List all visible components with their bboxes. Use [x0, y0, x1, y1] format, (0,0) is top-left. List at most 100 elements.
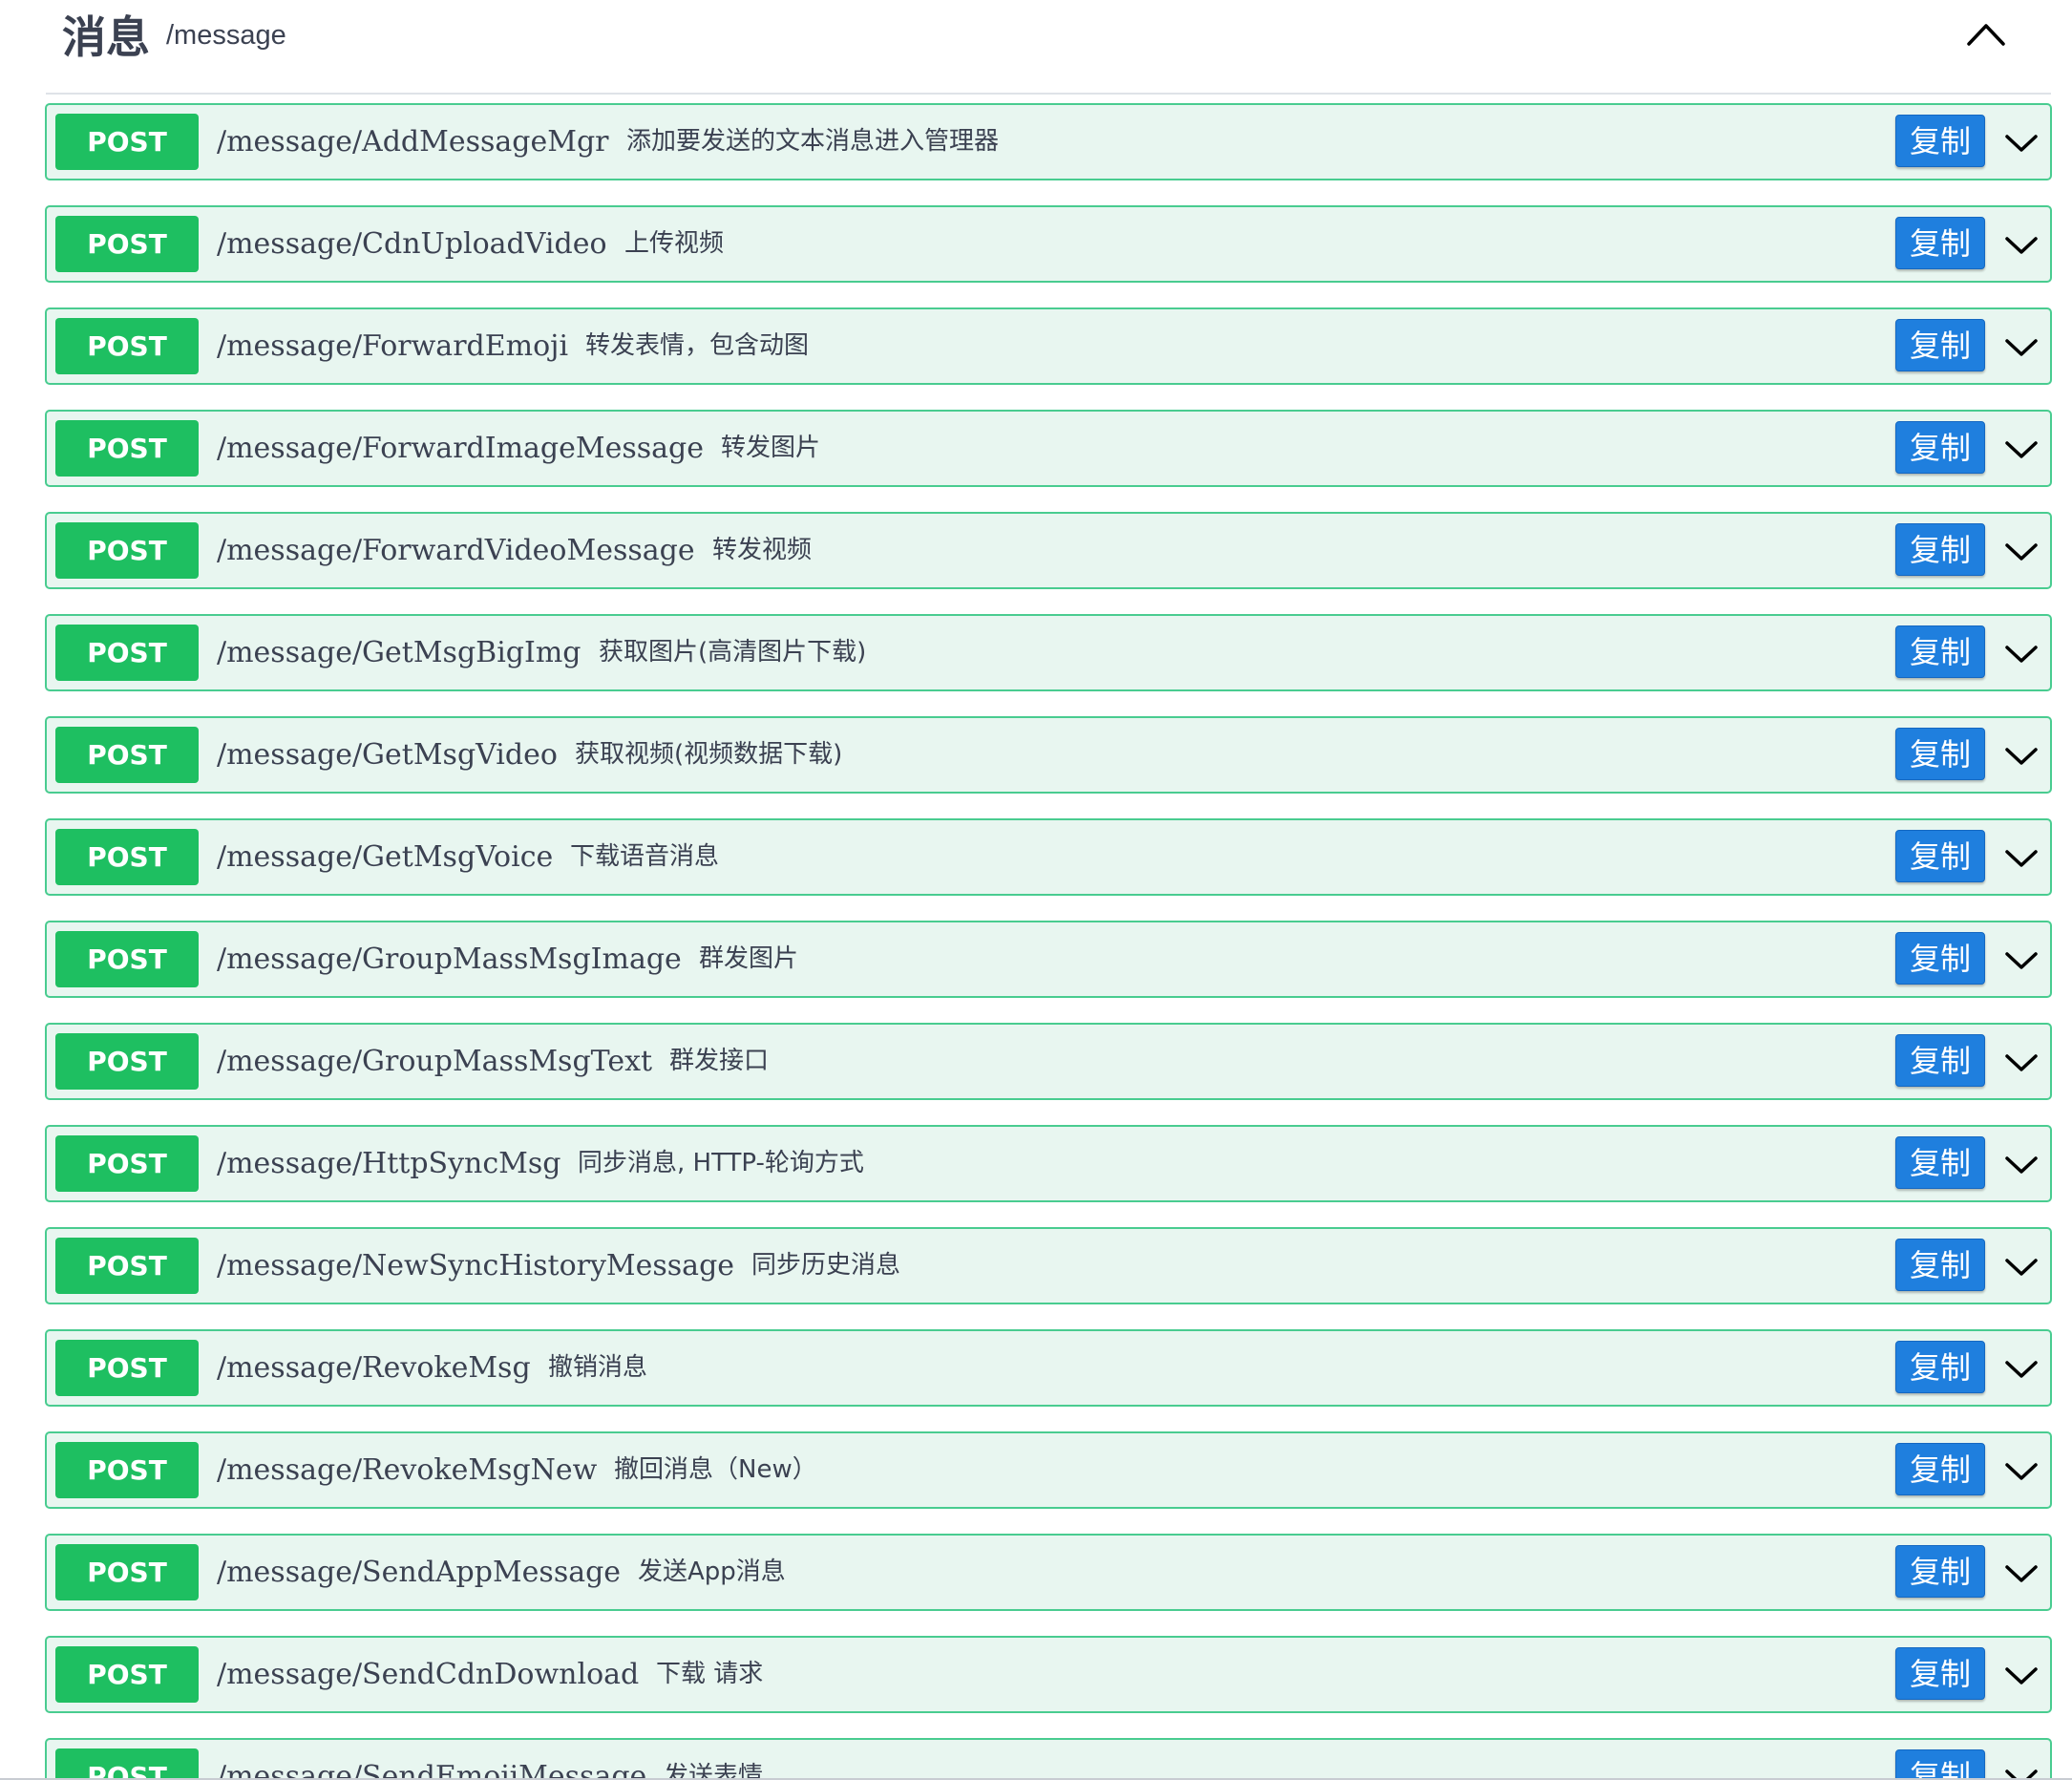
- operation-row[interactable]: POST /message/GroupMassMsgText 群发接口 复制: [45, 1023, 2052, 1100]
- operation-row[interactable]: POST /message/SendEmojiMessage 发送表情 复制: [45, 1738, 2052, 1780]
- chevron-up-icon[interactable]: [1960, 13, 2012, 55]
- operation-path: /message/AddMessageMgr: [217, 125, 609, 159]
- chevron-down-icon[interactable]: [2002, 328, 2040, 367]
- copy-button[interactable]: 复制: [1895, 625, 1985, 678]
- chevron-down-icon[interactable]: [2002, 1044, 2040, 1082]
- method-badge: POST: [55, 522, 199, 579]
- operation-summary: 撤销消息: [548, 1353, 648, 1382]
- chevron-down-icon[interactable]: [2002, 431, 2040, 469]
- chevron-down-icon[interactable]: [2002, 635, 2040, 673]
- operation-summary: 添加要发送的文本消息进入管理器: [626, 127, 1000, 156]
- operation-summary: 获取视频(视频数据下载): [575, 740, 843, 769]
- chevron-down-icon[interactable]: [2002, 1555, 2040, 1593]
- copy-button[interactable]: 复制: [1895, 830, 1985, 882]
- operation-path: /message/SendAppMessage: [217, 1556, 622, 1589]
- operation-row[interactable]: POST /message/ForwardEmoji 转发表情，包含动图 复制: [45, 307, 2052, 385]
- copy-button[interactable]: 复制: [1895, 1034, 1985, 1087]
- operation-summary: 上传视频: [624, 229, 725, 258]
- method-badge: POST: [55, 1646, 199, 1703]
- operation-row[interactable]: POST /message/SendAppMessage 发送App消息 复制: [45, 1534, 2052, 1611]
- operation-path: /message/NewSyncHistoryMessage: [217, 1249, 735, 1282]
- method-badge: POST: [55, 420, 199, 477]
- operation-summary: 转发视频: [712, 536, 813, 564]
- operation-path: /message/SendCdnDownload: [217, 1658, 640, 1691]
- operation-row[interactable]: POST /message/GroupMassMsgImage 群发图片 复制: [45, 921, 2052, 998]
- copy-button[interactable]: 复制: [1895, 421, 1985, 474]
- operation-summary: 发送表情: [664, 1762, 764, 1780]
- operation-path: /message/GetMsgBigImg: [217, 636, 581, 669]
- chevron-down-icon[interactable]: [2002, 1350, 2040, 1388]
- operation-row[interactable]: POST /message/GetMsgVideo 获取视频(视频数据下载) 复…: [45, 716, 2052, 794]
- chevron-down-icon[interactable]: [2002, 533, 2040, 571]
- copy-button[interactable]: 复制: [1895, 319, 1985, 371]
- operation-path: /message/ForwardImageMessage: [217, 432, 704, 465]
- method-badge: POST: [55, 727, 199, 783]
- copy-button[interactable]: 复制: [1895, 728, 1985, 780]
- method-badge: POST: [55, 1340, 199, 1396]
- method-badge: POST: [55, 1442, 199, 1498]
- operation-row[interactable]: POST /message/ForwardImageMessage 转发图片 复…: [45, 410, 2052, 487]
- operation-row[interactable]: POST /message/HttpSyncMsg 同步消息, HTTP-轮询方…: [45, 1125, 2052, 1202]
- chevron-down-icon[interactable]: [2002, 1248, 2040, 1286]
- chevron-down-icon[interactable]: [2002, 226, 2040, 265]
- chevron-down-icon[interactable]: [2002, 1657, 2040, 1695]
- operation-summary: 撤回消息（New）: [614, 1455, 817, 1484]
- method-badge: POST: [55, 216, 199, 272]
- operation-path: /message/HttpSyncMsg: [217, 1147, 561, 1180]
- operation-summary: 发送App消息: [638, 1558, 786, 1586]
- method-badge: POST: [55, 1033, 199, 1090]
- copy-button[interactable]: 复制: [1895, 1136, 1985, 1189]
- operation-path: /message/GetMsgVoice: [217, 840, 554, 874]
- section-header[interactable]: 消息 /message: [46, 0, 2051, 93]
- chevron-down-icon[interactable]: [2002, 1759, 2040, 1780]
- operation-path: /message/ForwardVideoMessage: [217, 534, 695, 567]
- copy-button[interactable]: 复制: [1895, 1239, 1985, 1291]
- operation-path: /message/GroupMassMsgText: [217, 1045, 653, 1078]
- operation-summary: 下载语音消息: [570, 842, 720, 871]
- operation-summary: 下载 请求: [656, 1660, 764, 1688]
- copy-button[interactable]: 复制: [1895, 115, 1985, 167]
- chevron-down-icon[interactable]: [2002, 124, 2040, 162]
- operation-row[interactable]: POST /message/RevokeMsgNew 撤回消息（New） 复制: [45, 1431, 2052, 1509]
- section-path: /message: [166, 20, 286, 51]
- operation-row[interactable]: POST /message/GetMsgBigImg 获取图片(高清图片下载) …: [45, 614, 2052, 691]
- method-badge: POST: [55, 1748, 199, 1780]
- method-badge: POST: [55, 829, 199, 885]
- operation-summary: 同步消息, HTTP-轮询方式: [578, 1149, 864, 1177]
- chevron-down-icon[interactable]: [2002, 1146, 2040, 1184]
- copy-button[interactable]: 复制: [1895, 1647, 1985, 1700]
- section-title: 消息: [62, 11, 150, 63]
- operation-path: /message/GetMsgVideo: [217, 738, 558, 772]
- operation-row[interactable]: POST /message/ForwardVideoMessage 转发视频 复…: [45, 512, 2052, 589]
- copy-button[interactable]: 复制: [1895, 1545, 1985, 1598]
- operation-row[interactable]: POST /message/CdnUploadVideo 上传视频 复制: [45, 205, 2052, 283]
- operation-path: /message/GroupMassMsgImage: [217, 943, 682, 976]
- copy-button[interactable]: 复制: [1895, 932, 1985, 985]
- method-badge: POST: [55, 931, 199, 987]
- operation-path: /message/SendEmojiMessage: [217, 1760, 647, 1780]
- copy-button[interactable]: 复制: [1895, 523, 1985, 576]
- copy-button[interactable]: 复制: [1895, 1749, 1985, 1780]
- operation-row[interactable]: POST /message/NewSyncHistoryMessage 同步历史…: [45, 1227, 2052, 1304]
- operation-row[interactable]: POST /message/AddMessageMgr 添加要发送的文本消息进入…: [45, 103, 2052, 180]
- copy-button[interactable]: 复制: [1895, 217, 1985, 269]
- operation-row[interactable]: POST /message/GetMsgVoice 下载语音消息 复制: [45, 818, 2052, 896]
- method-badge: POST: [55, 114, 199, 170]
- chevron-down-icon[interactable]: [2002, 839, 2040, 878]
- operation-row[interactable]: POST /message/RevokeMsg 撤销消息 复制: [45, 1329, 2052, 1407]
- operation-summary: 转发图片: [721, 434, 821, 462]
- operation-summary: 获取图片(高清图片下载): [599, 638, 867, 667]
- operation-summary: 转发表情，包含动图: [585, 331, 810, 360]
- operation-summary: 同步历史消息: [751, 1251, 901, 1280]
- method-badge: POST: [55, 1238, 199, 1294]
- section-divider: [46, 93, 2051, 95]
- chevron-down-icon[interactable]: [2002, 942, 2040, 980]
- operation-row[interactable]: POST /message/SendCdnDownload 下载 请求 复制: [45, 1636, 2052, 1713]
- chevron-down-icon[interactable]: [2002, 737, 2040, 775]
- copy-button[interactable]: 复制: [1895, 1341, 1985, 1393]
- copy-button[interactable]: 复制: [1895, 1443, 1985, 1495]
- operation-summary: 群发接口: [669, 1047, 770, 1075]
- operation-path: /message/CdnUploadVideo: [217, 227, 607, 261]
- operation-path: /message/ForwardEmoji: [217, 329, 569, 363]
- chevron-down-icon[interactable]: [2002, 1452, 2040, 1491]
